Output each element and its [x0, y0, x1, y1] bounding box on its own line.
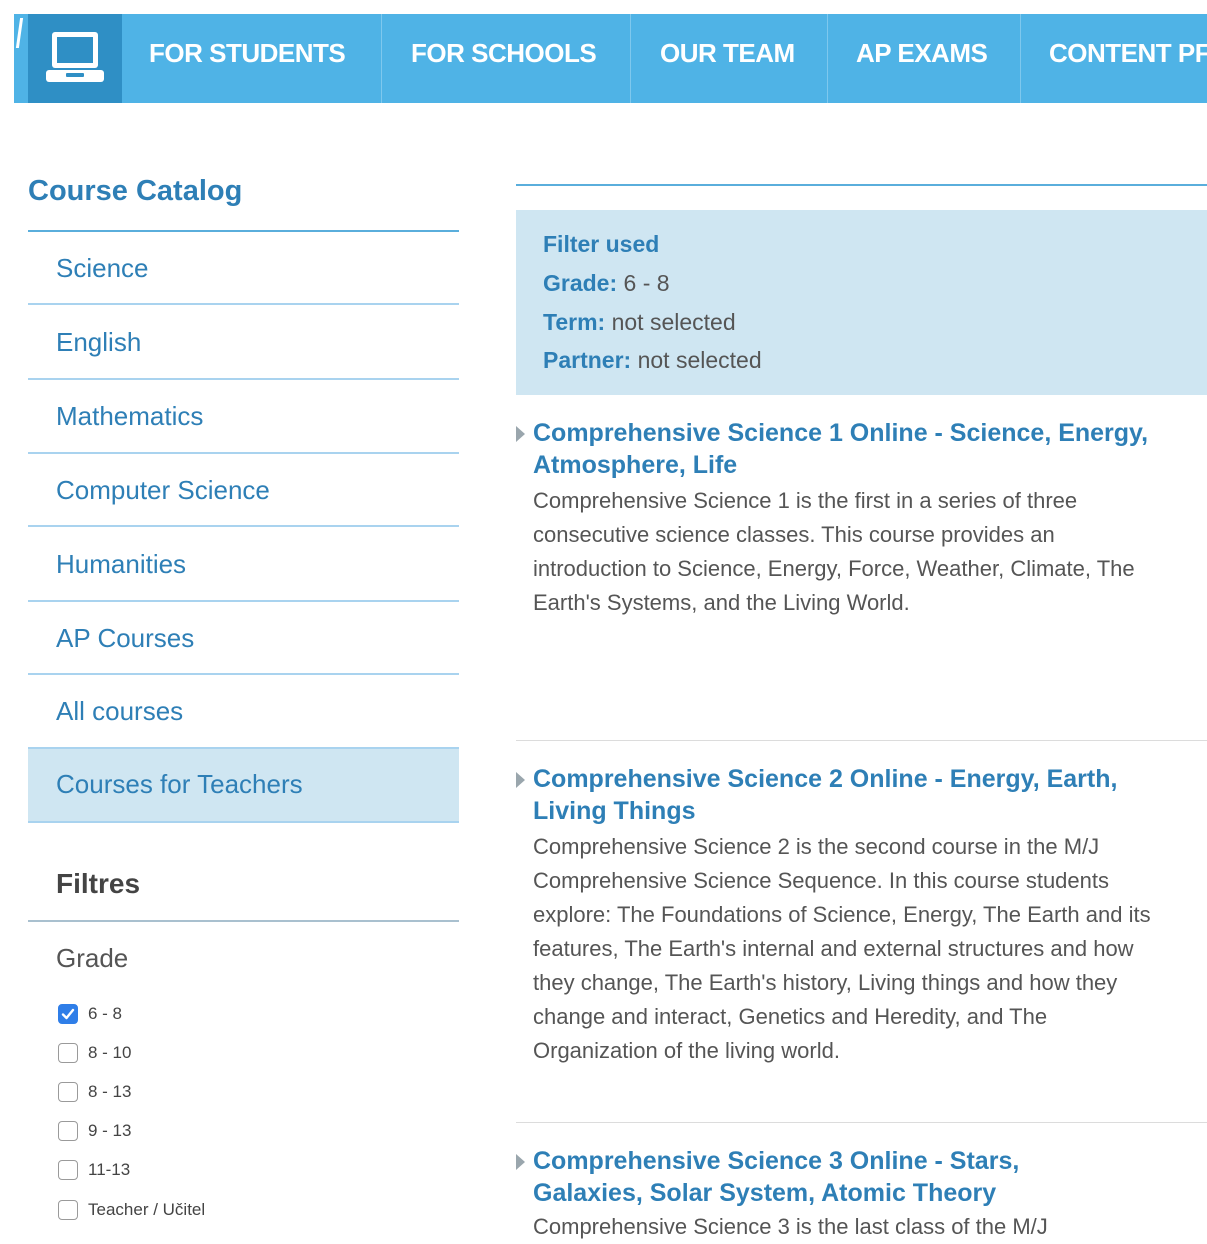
grade-option-teacher[interactable]: Teacher / Učitel [58, 1198, 205, 1222]
grade-option-label: 8 - 13 [88, 1082, 132, 1101]
grade-option-label: 9 - 13 [88, 1121, 132, 1140]
grade-checkbox[interactable] [58, 1121, 78, 1141]
nav-ap-exams[interactable]: AP EXAMS [856, 14, 988, 103]
filters-divider [28, 920, 459, 922]
course-description: Comprehensive Science 1 is the first in … [533, 488, 1135, 615]
expand-triangle-icon[interactable] [516, 426, 525, 442]
grade-option-label: 8 - 10 [88, 1043, 132, 1062]
grade-checkbox[interactable] [58, 1043, 78, 1063]
filter-partner-line: Partner: not selected [543, 347, 762, 374]
sidebar-item-computer-science[interactable]: Computer Science [28, 454, 459, 527]
nav-content-partners[interactable]: CONTENT PF [1049, 14, 1207, 103]
filter-grade-key: Grade: [543, 270, 618, 296]
nav-separator [381, 14, 382, 103]
expand-triangle-icon[interactable] [516, 772, 525, 788]
sidebar-item-humanities[interactable]: Humanities [28, 527, 459, 602]
grade-option-9-13[interactable]: 9 - 13 [58, 1119, 131, 1143]
grade-filter-title: Grade [56, 943, 129, 973]
course-title-link[interactable]: Comprehensive Science 1 Online - Science… [533, 417, 1173, 481]
grade-option-label: 6 - 8 [88, 1004, 123, 1023]
grade-option-label: Teacher / Učitel [88, 1200, 206, 1219]
filter-grade-value: 6 - 8 [617, 270, 670, 296]
filter-term-line: Term: not selected [543, 309, 736, 336]
checkmark-icon [61, 1008, 75, 1020]
filter-term-key: Term: [543, 309, 606, 335]
grade-checkbox[interactable] [58, 1160, 78, 1180]
grade-option-label: 11-13 [88, 1160, 131, 1179]
course-divider [516, 740, 1207, 741]
filter-partner-value: not selected [631, 347, 762, 373]
filter-partner-key: Partner: [543, 347, 632, 373]
sidebar-item-mathematics[interactable]: Mathematics [28, 380, 459, 454]
nav-for-students[interactable]: FOR STUDENTS [149, 14, 346, 103]
grade-checkbox[interactable] [58, 1200, 78, 1220]
sidebar-item-science[interactable]: Science [28, 232, 459, 305]
nav-separator [1020, 14, 1021, 103]
content-divider [516, 184, 1207, 186]
nav-for-schools[interactable]: FOR SCHOOLS [411, 14, 597, 103]
grade-option-8-13[interactable]: 8 - 13 [58, 1080, 131, 1104]
nav-separator [827, 14, 828, 103]
home-logo-button[interactable] [28, 14, 122, 103]
grade-option-11-13[interactable]: 11-13 [58, 1158, 130, 1182]
logo-strip [14, 14, 28, 103]
grade-checkbox[interactable] [58, 1082, 78, 1102]
course-divider [516, 1122, 1207, 1123]
filter-grade-line: Grade: 6 - 8 [543, 270, 670, 297]
course-description: Comprehensive Science 2 is the second co… [533, 834, 1151, 1063]
filter-used-label: Filter used [543, 231, 660, 257]
course-title-link[interactable]: Comprehensive Science 3 Online - Stars, … [533, 1145, 1093, 1209]
grade-option-6-8[interactable]: 6 - 8 [58, 1002, 122, 1026]
grade-checkbox-checked[interactable] [58, 1004, 78, 1024]
sidebar-item-english[interactable]: English [28, 305, 459, 380]
filter-used-heading: Filter used [543, 231, 659, 258]
course-catalog-title: Course Catalog [28, 175, 243, 207]
filters-title: Filtres [56, 868, 141, 899]
grade-option-8-10[interactable]: 8 - 10 [58, 1041, 131, 1065]
sidebar-item-all-courses[interactable]: All courses [28, 675, 459, 749]
filter-term-value: not selected [605, 309, 736, 335]
nav-separator [630, 14, 631, 103]
sidebar-item-ap-courses[interactable]: AP Courses [28, 602, 459, 675]
course-title-link[interactable]: Comprehensive Science 2 Online - Energy,… [533, 763, 1173, 827]
sidebar-item-courses-for-teachers[interactable]: Courses for Teachers [28, 749, 459, 823]
top-nav: FOR STUDENTS FOR SCHOOLS OUR TEAM AP EXA… [14, 14, 1207, 103]
expand-triangle-icon[interactable] [516, 1154, 525, 1170]
laptop-icon [46, 32, 104, 82]
nav-our-team[interactable]: OUR TEAM [660, 14, 795, 103]
